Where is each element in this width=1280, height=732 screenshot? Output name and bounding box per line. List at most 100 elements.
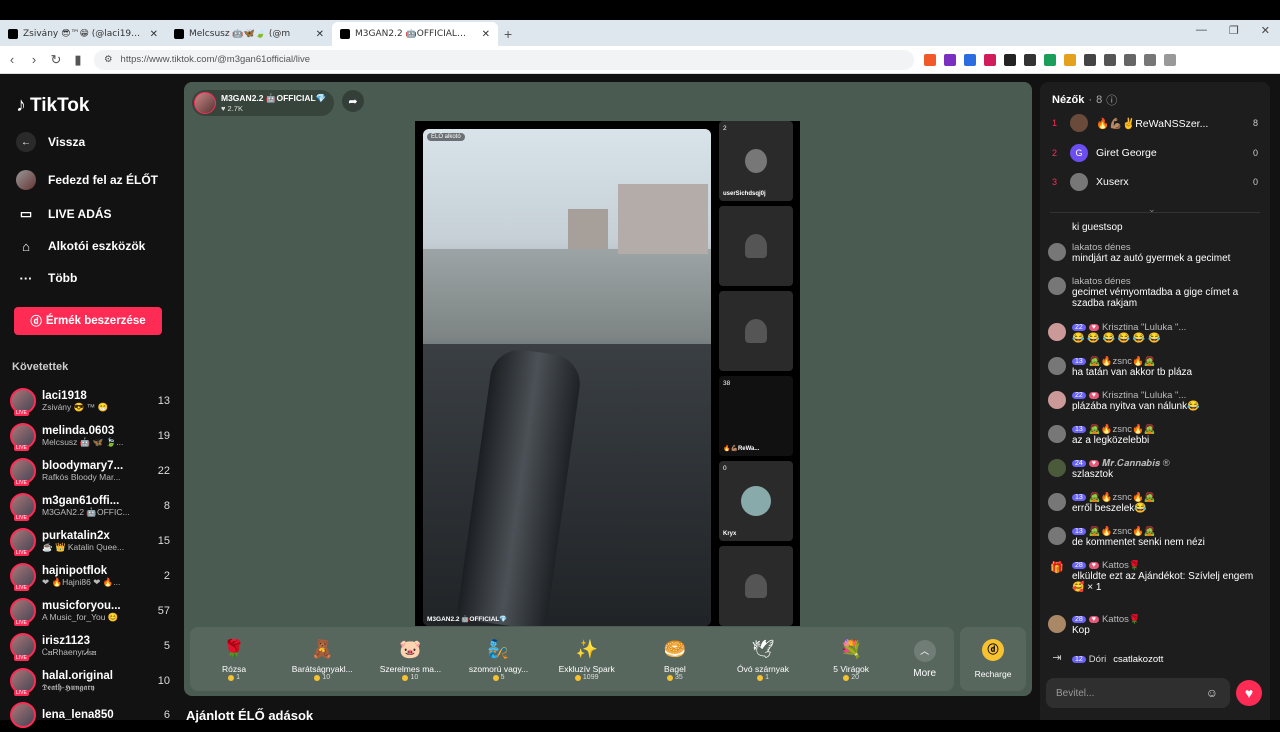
genie-gift-icon: 🧞 <box>487 639 510 659</box>
menu-icon[interactable] <box>1164 53 1176 66</box>
gift-item[interactable]: 🧞 szomorú vagy... 5 <box>454 637 542 681</box>
back-nav-item[interactable]: ← Vissza <box>16 132 85 152</box>
extension-icon[interactable] <box>964 53 976 66</box>
gift-item[interactable]: 🕊 Óvó szárnyak 1 <box>719 637 807 681</box>
chevron-down-icon[interactable]: ⌄ <box>1148 204 1156 215</box>
extension-icon[interactable] <box>1104 53 1116 66</box>
viewer-row[interactable]: 3 Xuserx 0 <box>1052 173 1258 191</box>
chat-user[interactable]: Krisztina "Luluka "... <box>1102 322 1186 333</box>
site-info-icon[interactable]: ⚙ <box>104 54 113 65</box>
like-button[interactable]: ♥ <box>1236 680 1262 706</box>
extension-icon[interactable] <box>1024 53 1036 66</box>
extension-icon[interactable] <box>1084 53 1096 66</box>
extension-icon[interactable] <box>1144 53 1156 66</box>
chat-user[interactable]: 🧟🔥zsnc🔥🧟 <box>1089 424 1156 435</box>
viewer-row[interactable]: 1 🔥💪🏽✌ReWaNSSzer... 8 <box>1052 114 1258 132</box>
guest-name: Kryx <box>723 531 737 537</box>
nav-label: LIVE ADÁS <box>48 207 112 221</box>
guest-slot[interactable]: 38 🔥💪🏽ReWa... <box>719 376 793 456</box>
chat-input[interactable]: Bevitel... ☺ <box>1046 678 1230 708</box>
extension-icon[interactable] <box>944 53 956 66</box>
close-window-icon[interactable]: ✕ <box>1261 24 1270 37</box>
live-nav-item[interactable]: ▭ LIVE ADÁS <box>16 204 112 224</box>
chat-user[interactable]: 🧟🔥zsnc🔥🧟 <box>1089 492 1156 503</box>
close-tab-icon[interactable]: ✕ <box>150 29 158 40</box>
tiktok-note-icon: ♪ <box>16 94 26 116</box>
explore-live-nav-item[interactable]: Fedezd fel az ÉLŐT <box>16 170 158 190</box>
following-sub: A Music_for_You 😊 <box>42 611 119 622</box>
live-badge: LIVE <box>14 550 29 556</box>
host-info[interactable]: M3GAN2.2 🤖OFFICIAL💎 ♥ 2.7K <box>192 90 335 116</box>
following-item[interactable]: LIVE m3gan61offi... M3GAN2.2 🤖OFFIC... 8 <box>10 489 170 523</box>
chat-user[interactable]: Kattos🌹 <box>1102 614 1141 625</box>
gift-item[interactable]: 🌹 Rózsa 1 <box>190 637 278 681</box>
video-player[interactable]: ÉLŐ alkotó M3GAN2.2 🤖OFFICIAL💎 2 userSich… <box>415 121 800 626</box>
more-nav-item[interactable]: ··· Több <box>16 268 78 288</box>
gift-item[interactable]: 🐷 Szerelmes ma... 10 <box>366 637 454 681</box>
browser-tab-1[interactable]: Zsivány 😎™😁 (@laci1918) ÉLŐ ✕ <box>0 22 166 46</box>
chat-user[interactable]: lakatos dénes <box>1072 242 1262 253</box>
chat-user[interactable]: 🧟🔥zsnc🔥🧟 <box>1089 356 1156 367</box>
more-gifts-button[interactable]: ︿ More <box>895 639 954 679</box>
recharge-button[interactable]: ⓓ Recharge <box>960 627 1026 691</box>
get-coins-button[interactable]: ⓓ Érmék beszerzése <box>14 307 162 335</box>
extension-icon[interactable] <box>984 53 996 66</box>
maximize-icon[interactable]: ❐ <box>1229 24 1239 37</box>
gift-item[interactable]: 💐 5 Virágok 20 <box>807 637 895 681</box>
following-item[interactable]: lena_lena850 6 <box>10 698 170 732</box>
gift-item[interactable]: ✨ Exkluzív Spark 1099 <box>543 637 631 681</box>
following-item[interactable]: LIVE halal.original 𝕯𝖊𝖆𝖙𝖍-𝕳𝖚𝖓𝖌𝖆𝖗𝖞 10 <box>10 664 170 698</box>
browser-tab-2[interactable]: Melcsusz 🤖🦋🍃 (@m ✕ <box>166 22 332 46</box>
extension-icon[interactable] <box>1124 53 1136 66</box>
chat-message: 22 ♥ Krisztina "Luluka "... plázába nyitva … <box>1048 390 1262 412</box>
extension-icon[interactable] <box>924 53 936 66</box>
info-icon[interactable]: ⓘ <box>1106 92 1117 108</box>
gift-item[interactable]: 🥯 Bagel 35 <box>631 637 719 681</box>
tiktok-favicon-icon <box>174 29 184 39</box>
following-item[interactable]: LIVE bloodymary7... Rafkós Bloody Mar... 22 <box>10 454 170 488</box>
emoji-icon[interactable]: ☺ <box>1206 686 1218 700</box>
chat-user[interactable]: Kattos🌹 <box>1102 560 1141 571</box>
url-field[interactable]: ⚙ https://www.tiktok.com/@m3gan61officia… <box>94 49 914 70</box>
reload-icon[interactable]: ↻ <box>46 52 66 68</box>
following-item[interactable]: LIVE purkatalin2x ☕ 👑 Katalin Quee... 15 <box>10 524 170 558</box>
guest-name: userSichdsqj0j <box>723 191 766 197</box>
forward-icon[interactable]: › <box>24 52 44 67</box>
main-video-feed[interactable]: ÉLŐ alkotó M3GAN2.2 🤖OFFICIAL💎 <box>423 129 711 626</box>
close-tab-icon[interactable]: ✕ <box>482 29 490 40</box>
close-tab-icon[interactable]: ✕ <box>316 29 324 40</box>
guest-slot[interactable]: 2 userSichdsqj0j <box>719 121 793 201</box>
extensions-bar <box>924 53 1176 66</box>
tiktok-logo[interactable]: ♪ TikTok <box>16 94 89 117</box>
bookmark-icon[interactable]: ▮ <box>68 52 88 68</box>
guest-slot[interactable] <box>719 546 793 626</box>
viewer-row[interactable]: 2 G Giret George 0 <box>1052 144 1258 162</box>
browser-tab-3[interactable]: M3GAN2.2 🤖OFFICIAL💎 (@ ✕ <box>332 22 498 46</box>
chat-message: ki guestsop <box>1048 222 1262 233</box>
extension-icon[interactable] <box>1064 53 1076 66</box>
chat-user[interactable]: 🧟🔥zsnc🔥🧟 <box>1089 526 1156 537</box>
guest-slot[interactable]: 0 Kryx <box>719 461 793 541</box>
new-tab-button[interactable]: + <box>504 22 512 46</box>
following-item[interactable]: LIVE hajnipotflok ❤ 🔥Hajni86 ❤ 🔥... 2 <box>10 559 170 593</box>
chat-user[interactable]: 𝑴𝒓.𝑪𝒂𝒏𝒏𝒂𝒃𝒊𝒔 ® <box>1102 458 1170 469</box>
chat-user[interactable]: Krisztina "Luluka "... <box>1102 390 1186 401</box>
following-sub: ☕ 👑 Katalin Quee... <box>42 541 125 552</box>
following-item[interactable]: LIVE irisz1123 ᏟꮋRhaenyrᏗꮪꮋ 5 <box>10 629 170 663</box>
guest-slot[interactable] <box>719 206 793 286</box>
gift-item[interactable]: 🧸 Barátságnyakl... 10 <box>278 637 366 681</box>
following-item[interactable]: LIVE melinda.0603 Melcsusz 🤖 🦋 🍃... 19 <box>10 419 170 453</box>
extension-icon[interactable] <box>1044 53 1056 66</box>
chat-user[interactable]: lakatos dénes <box>1072 276 1262 287</box>
creator-tools-nav-item[interactable]: ⌂ Alkotói eszközök <box>16 236 145 256</box>
chat-user[interactable]: Dóri <box>1089 654 1106 665</box>
guest-slot[interactable] <box>719 291 793 371</box>
avatar: LIVE <box>10 493 36 521</box>
minimize-icon[interactable]: — <box>1196 24 1207 37</box>
share-button[interactable]: ➦ <box>342 90 364 112</box>
extension-icon[interactable] <box>1004 53 1016 66</box>
following-item[interactable]: LIVE musicforyou... A Music_for_You 😊 57 <box>10 594 170 628</box>
guest-name: 🔥💪🏽ReWa... <box>723 446 760 452</box>
back-icon[interactable]: ‹ <box>2 52 22 67</box>
following-item[interactable]: LIVE laci1918 Zsivány 😎 ™ 😁 13 <box>10 384 170 418</box>
